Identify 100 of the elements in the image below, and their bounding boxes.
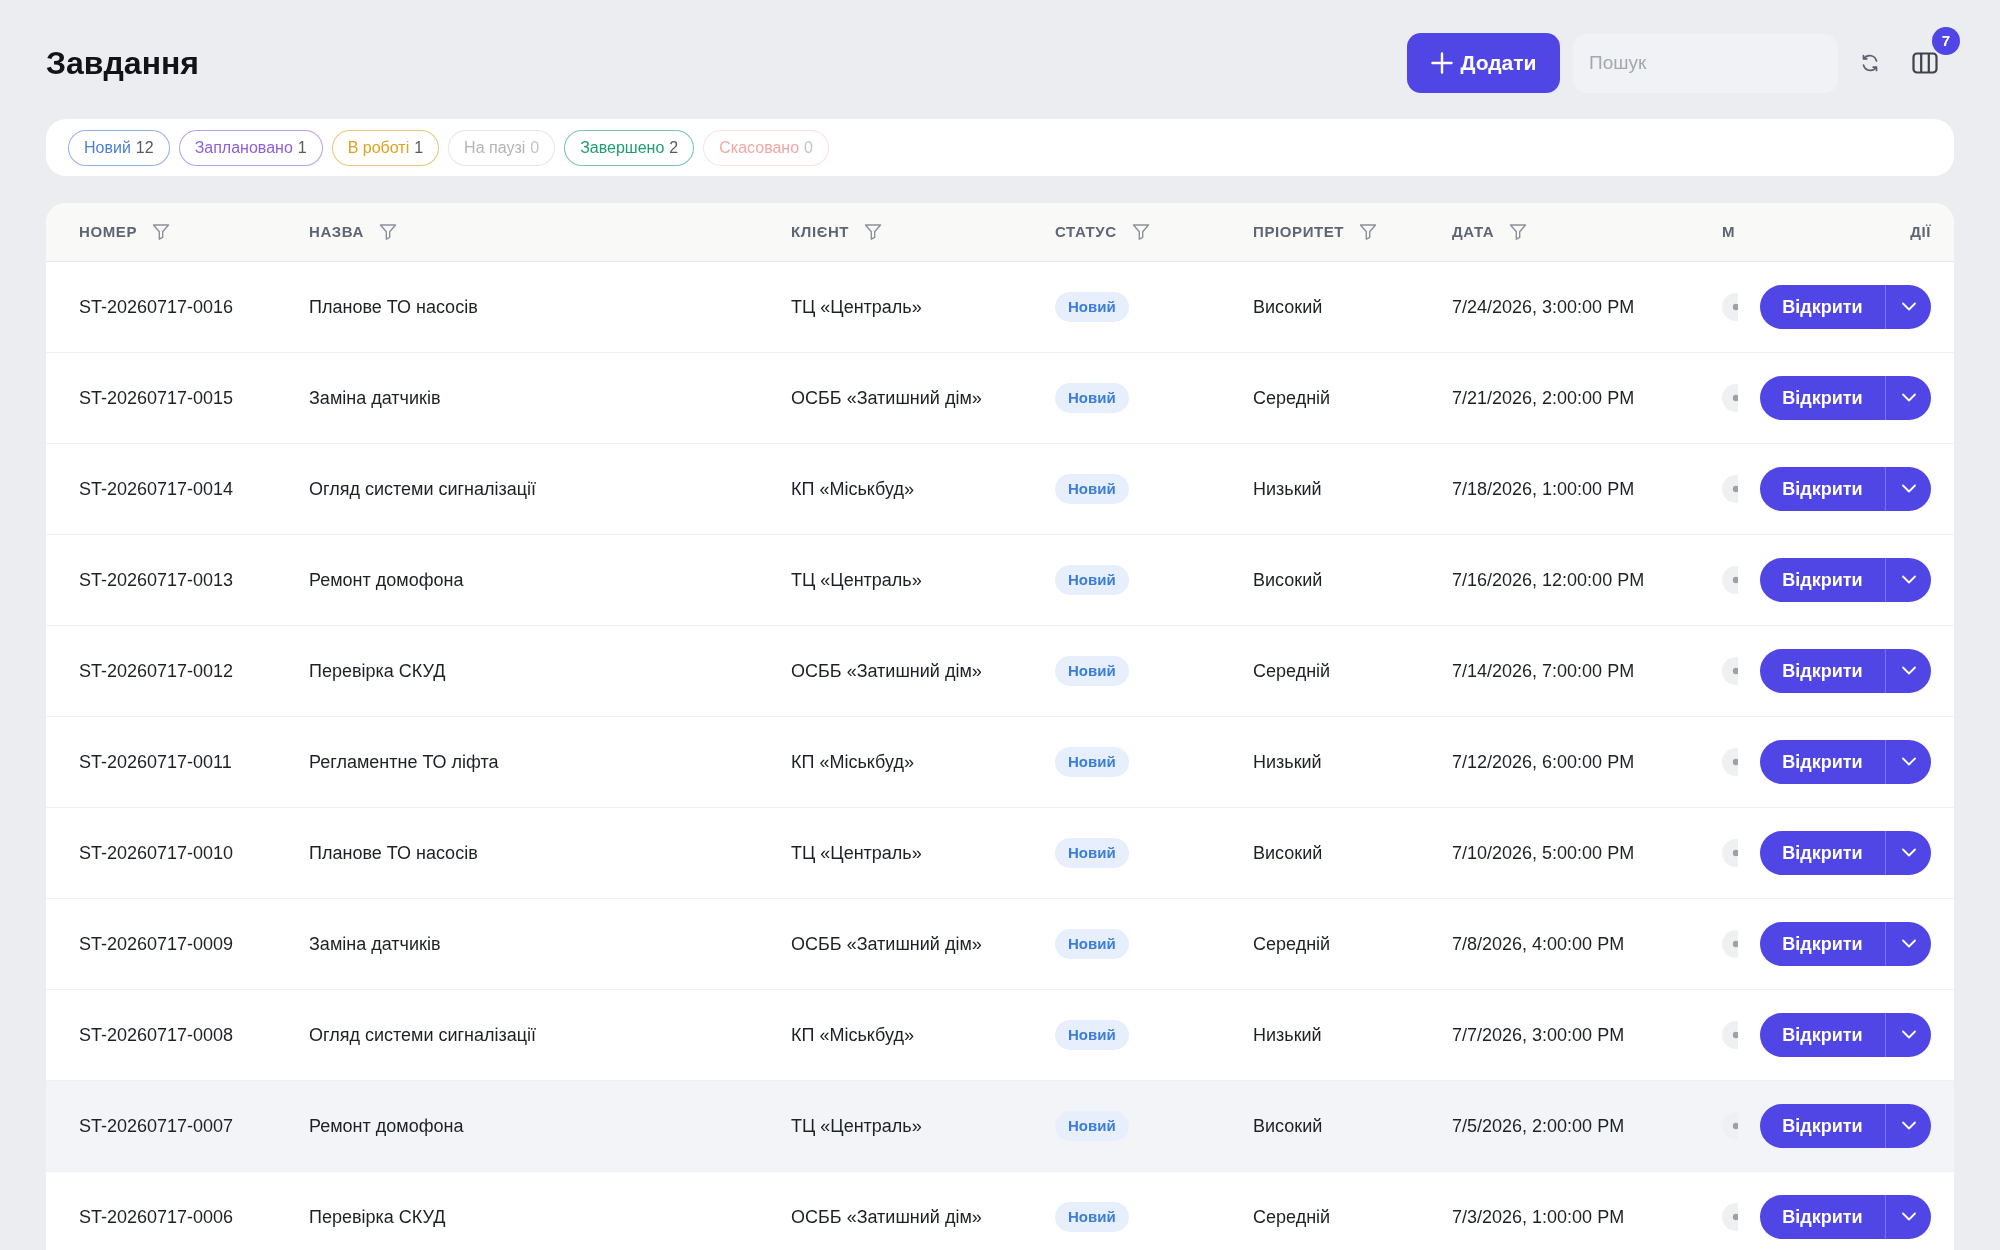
table-cell: ST-20260717-0010 [79,842,234,863]
open-button[interactable]: Відкрити [1760,1104,1885,1148]
table-cell: КП «Міськбуд» [791,478,914,499]
table-cell: Огляд системи сигналізації [309,1024,537,1045]
table-cell: ST-20260717-0009 [79,933,234,954]
filter-icon[interactable] [379,223,397,241]
open-button[interactable]: Відкрити [1760,467,1885,511]
table-cell: ОСББ «Затишний дім» [791,387,982,408]
column-header: НОМЕР [79,221,137,242]
table-cell: ST-20260717-0016 [79,296,234,317]
status-badge: Новий [1055,929,1129,959]
table-cell: 7/18/2026, 1:00:00 PM [1452,478,1635,499]
status-badge: Новий [1055,656,1129,686]
table-cell: Ремонт домофона [309,1115,464,1136]
table-cell: Заміна датчиків [309,387,441,408]
dropdown-button[interactable] [1885,285,1931,329]
dropdown-button[interactable] [1885,1195,1931,1239]
table-cell: 7/12/2026, 6:00:00 PM [1452,751,1635,772]
table-cell: Низький [1253,478,1322,499]
table-cell: 7/7/2026, 3:00:00 PM [1452,1024,1625,1045]
add-button[interactable]: Додати [1407,33,1560,93]
columns-icon [1912,52,1938,74]
open-button[interactable]: Відкрити [1760,1195,1885,1239]
column-header: НАЗВА [309,221,364,242]
status-badge: Новий [1055,1111,1129,1141]
dropdown-button[interactable] [1885,1013,1931,1057]
table-cell: Низький [1253,751,1322,772]
dropdown-button[interactable] [1885,376,1931,420]
table-cell: 7/3/2026, 1:00:00 PM [1452,1206,1625,1227]
table-cell: 7/14/2026, 7:00:00 PM [1452,660,1635,681]
table-cell: ST-20260717-0006 [79,1206,234,1227]
dropdown-button[interactable] [1885,649,1931,693]
column-header: ДАТА [1452,221,1495,242]
open-button[interactable]: Відкрити [1760,285,1885,329]
status-badge: Новий [1055,747,1129,777]
status-badge: Новий [1055,292,1129,322]
refresh-icon [1860,53,1880,73]
table-cell: ST-20260717-0011 [79,751,232,772]
table-cell: ТЦ «Централь» [791,1115,922,1136]
table-cell: ОСББ «Затишний дім» [791,660,982,681]
dropdown-button[interactable] [1885,558,1931,602]
table-cell: 7/24/2026, 3:00:00 PM [1452,296,1635,317]
table-cell: Перевірка СКУД [309,1206,446,1227]
column-header: СТАТУС [1055,221,1117,242]
table-cell: ОСББ «Затишний дім» [791,933,982,954]
open-button[interactable]: Відкрити [1760,1013,1885,1057]
table-cell: Перевірка СКУД [309,660,446,681]
table-cell: Огляд системи сигналізації [309,478,537,499]
count-badge: 7 [1932,27,1960,55]
status-badge: Новий [1055,474,1129,504]
table-cell: 7/5/2026, 2:00:00 PM [1452,1115,1625,1136]
status-filter-chip[interactable]: В роботі 1 [331,129,440,166]
filter-icon[interactable] [1509,223,1528,241]
search-field[interactable]: Пошук [1573,33,1838,93]
table-cell: Планове ТО насосів [309,296,478,317]
table-cell: ST-20260717-0014 [79,478,234,499]
filter-icon[interactable] [864,223,883,241]
dropdown-button[interactable] [1885,1104,1931,1148]
status-badge: Новий [1055,383,1129,413]
dropdown-button[interactable] [1885,740,1931,784]
table-cell: Ремонт домофона [309,569,464,590]
open-button[interactable]: Відкрити [1760,558,1885,602]
table-cell: ST-20260717-0007 [79,1115,234,1136]
table-cell: ТЦ «Централь» [791,842,922,863]
table-cell: Високий [1253,296,1323,317]
table-cell: Регламентне ТО ліфта [309,751,499,772]
table-cell: Середній [1253,387,1331,408]
status-badge: Новий [1055,1020,1129,1050]
filter-icon[interactable] [1359,223,1378,241]
dropdown-button[interactable] [1885,922,1931,966]
table-cell: Середній [1253,1206,1331,1227]
table-cell: ST-20260717-0008 [79,1024,234,1045]
table-cell: Середній [1253,660,1331,681]
table-cell: 7/21/2026, 2:00:00 PM [1452,387,1635,408]
open-button[interactable]: Відкрити [1760,649,1885,693]
open-button[interactable]: Відкрити [1760,740,1885,784]
table-cell: Низький [1253,1024,1322,1045]
table-cell: Високий [1253,1115,1323,1136]
table-cell: Високий [1253,842,1323,863]
table-cell: ТЦ «Централь» [791,296,922,317]
column-header: М [1722,221,1736,242]
status-filter-chip[interactable]: Новий 12 [68,129,170,166]
status-badge: Новий [1055,838,1129,868]
dropdown-button[interactable] [1885,467,1931,511]
filter-icon[interactable] [1131,223,1150,241]
status-filter-chip[interactable]: Завершено 2 [564,129,695,166]
table-cell: 7/8/2026, 4:00:00 PM [1452,933,1625,954]
status-badge: Новий [1055,1202,1129,1232]
dropdown-button[interactable] [1885,831,1931,875]
open-button[interactable]: Відкрити [1760,922,1885,966]
open-button[interactable]: Відкрити [1760,831,1885,875]
filter-icon[interactable] [152,223,170,241]
table-cell: Середній [1253,933,1331,954]
table-cell: Високий [1253,569,1323,590]
status-filter-chip[interactable]: Заплановано 1 [178,129,323,166]
table-cell: КП «Міськбуд» [791,751,914,772]
table-cell: Планове ТО насосів [309,842,478,863]
table-cell: ОСББ «Затишний дім» [791,1206,982,1227]
table-cell: Заміна датчиків [309,933,441,954]
open-button[interactable]: Відкрити [1760,376,1885,420]
